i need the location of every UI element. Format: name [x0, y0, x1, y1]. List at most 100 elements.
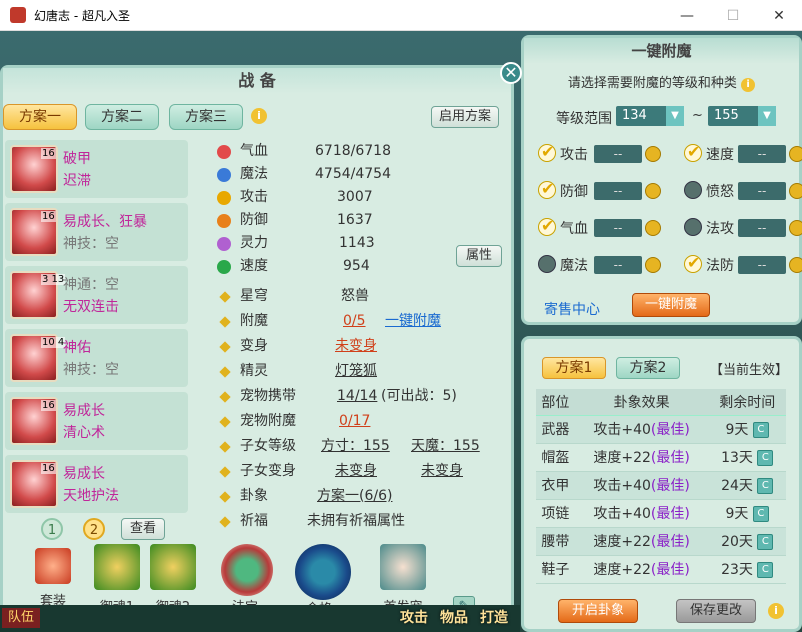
refresh-icon[interactable] — [789, 146, 802, 162]
pet-line2: 神技：空 — [63, 362, 119, 378]
child-transform-b-link[interactable]: 未变身 — [421, 459, 463, 484]
refresh-icon[interactable] — [645, 257, 661, 273]
refresh-icon[interactable] — [645, 146, 661, 162]
tab-plan-2[interactable]: 方案二 — [85, 104, 159, 130]
apply-plan-button[interactable]: 启用方案 — [431, 106, 499, 128]
close-window-button[interactable]: ✕ — [756, 0, 802, 31]
transform-link[interactable]: 未变身 — [335, 334, 377, 359]
treasure-icon — [221, 544, 273, 596]
one-click-enchant-button[interactable]: 一键附魔 — [632, 293, 710, 317]
refresh-icon[interactable]: C — [757, 562, 774, 578]
enchant-count-link[interactable]: 0/5 — [343, 309, 366, 334]
one-click-enchant-link[interactable]: 一键附魔 — [385, 309, 441, 334]
pet-line1: 易成长 — [63, 466, 105, 482]
diamond-icon — [219, 316, 231, 328]
attributes-button[interactable]: 属性 — [456, 245, 502, 267]
refresh-icon[interactable]: C — [752, 422, 769, 438]
child-level-a-link[interactable]: 方寸：155 — [321, 434, 390, 459]
pet-card[interactable]: 10 4 神佑 神技：空 — [5, 329, 188, 387]
minimize-button[interactable]: — — [664, 0, 710, 31]
gua-link[interactable]: 方案一(6/6) — [317, 484, 392, 509]
set-button[interactable]: 套装 — [29, 544, 77, 609]
tab-plan-1[interactable]: 方案一 — [3, 104, 77, 130]
spirit-link[interactable]: 灯笼狐 — [335, 359, 377, 384]
pet-line1: 易成长 — [63, 403, 105, 419]
diamond-icon — [219, 291, 231, 303]
info-icon[interactable]: i — [741, 78, 756, 92]
pet-card[interactable]: 3 13 神通：空 无双连击 — [5, 266, 188, 324]
info-icon[interactable]: i — [768, 603, 784, 619]
checkbox-mp[interactable] — [538, 255, 556, 273]
checkbox-defense[interactable] — [538, 179, 556, 199]
info-icon[interactable]: i — [251, 108, 267, 124]
team-button[interactable]: 队伍 — [2, 608, 40, 628]
column-header: 部位 — [536, 389, 575, 416]
checkbox-magic-attack[interactable] — [684, 218, 702, 236]
refresh-icon[interactable] — [645, 183, 661, 199]
field-gua: 卦象 方案一(6/6) — [215, 484, 505, 509]
field-transform: 变身 未变身 — [215, 334, 505, 359]
range-min-select[interactable]: 134 ▼ — [616, 106, 684, 126]
checkbox-speed[interactable] — [684, 142, 702, 162]
pet-list: 16 破甲 迟滞 16 易成长、狂暴 神技：空 3 13 神通：空 无双连击 10 4 神佑神… — [5, 140, 188, 518]
battle-prep-panel: 战 备 方案一 方案二 方案三 i 启用方案 16 破甲 迟滞 16 易成长、狂暴 神技… — [0, 65, 514, 632]
chevron-down-icon: ▼ — [758, 106, 776, 126]
pet-line2: 无双连击 — [63, 299, 119, 315]
stat-mp: 魔法 4754/4754 — [215, 163, 505, 186]
item-action[interactable]: 物品 — [440, 607, 468, 631]
pet-enchant-link[interactable]: 0/17 — [339, 409, 370, 434]
save-changes-button[interactable]: 保存更改 — [676, 599, 756, 623]
pet-card[interactable]: 16 破甲 迟滞 — [5, 140, 188, 198]
soul-2-icon — [150, 544, 196, 590]
tab-gua-plan-2[interactable]: 方案2 — [616, 357, 680, 379]
refresh-icon[interactable]: C — [752, 506, 769, 522]
range-max-select[interactable]: 155 ▼ — [708, 106, 776, 126]
checkbox-attack[interactable] — [538, 142, 556, 162]
close-panel-button[interactable]: ✕ — [500, 62, 522, 84]
attack-action[interactable]: 攻击 — [400, 607, 428, 631]
checkbox-rage[interactable] — [684, 181, 702, 199]
magic-attack-value: -- — [738, 219, 786, 237]
attack-icon — [217, 191, 231, 205]
diamond-icon — [219, 366, 231, 378]
view-button[interactable]: 查看 — [121, 518, 165, 540]
pet-line2: 神技：空 — [63, 236, 119, 252]
page-2-button[interactable]: 2 — [83, 518, 105, 540]
refresh-icon[interactable] — [789, 220, 802, 236]
refresh-icon[interactable] — [789, 257, 802, 273]
refresh-icon[interactable] — [645, 220, 661, 236]
gua-table: 部位 卦象效果 剩余时间 武器 攻击+40(最佳) 9天 C 帽盔 速度+22(最佳)… — [536, 389, 786, 584]
open-gua-button[interactable]: 开启卦象 — [558, 599, 638, 623]
pet-carry-link[interactable]: 14/14 — [337, 384, 377, 409]
diamond-icon — [219, 391, 231, 403]
pet-card[interactable]: 16 易成长、狂暴 神技：空 — [5, 203, 188, 261]
refresh-icon[interactable] — [789, 183, 802, 199]
consignment-center-link[interactable]: 寄售中心 — [544, 299, 600, 319]
child-level-b-link[interactable]: 天魔：155 — [411, 434, 480, 459]
table-row: 鞋子 速度+22(最佳) 23天 C — [536, 555, 786, 584]
refresh-icon[interactable]: C — [757, 534, 774, 550]
pet-level: 10 4 — [41, 337, 66, 348]
tab-gua-plan-1[interactable]: 方案1 — [542, 357, 606, 379]
refresh-icon[interactable]: C — [757, 478, 774, 494]
forge-action[interactable]: 打造 — [480, 607, 508, 631]
table-row: 帽盔 速度+22(最佳) 13天 C — [536, 443, 786, 472]
checkbox-magic-defense[interactable] — [684, 253, 702, 273]
pet-line2: 清心术 — [63, 425, 105, 441]
checkbox-hp[interactable] — [538, 216, 556, 236]
pet-card[interactable]: 16 易成长 天地护法 — [5, 455, 188, 513]
refresh-icon[interactable]: C — [757, 450, 774, 466]
range-label: 等级范围 — [556, 111, 612, 127]
column-header: 剩余时间 — [708, 389, 786, 416]
pet-card[interactable]: 16 易成长 清心术 — [5, 392, 188, 450]
tab-plan-3[interactable]: 方案三 — [169, 104, 243, 130]
diamond-icon — [219, 416, 231, 428]
diamond-icon — [219, 516, 231, 528]
first-pet-icon — [380, 544, 426, 590]
diamond-icon — [219, 441, 231, 453]
page-1-button[interactable]: 1 — [41, 518, 63, 540]
maximize-button[interactable]: ☐ — [710, 0, 756, 31]
enchant-prompt: 请选择需要附魔的等级和种类 i — [524, 72, 799, 92]
child-transform-a-link[interactable]: 未变身 — [335, 459, 377, 484]
app-icon — [10, 7, 26, 23]
